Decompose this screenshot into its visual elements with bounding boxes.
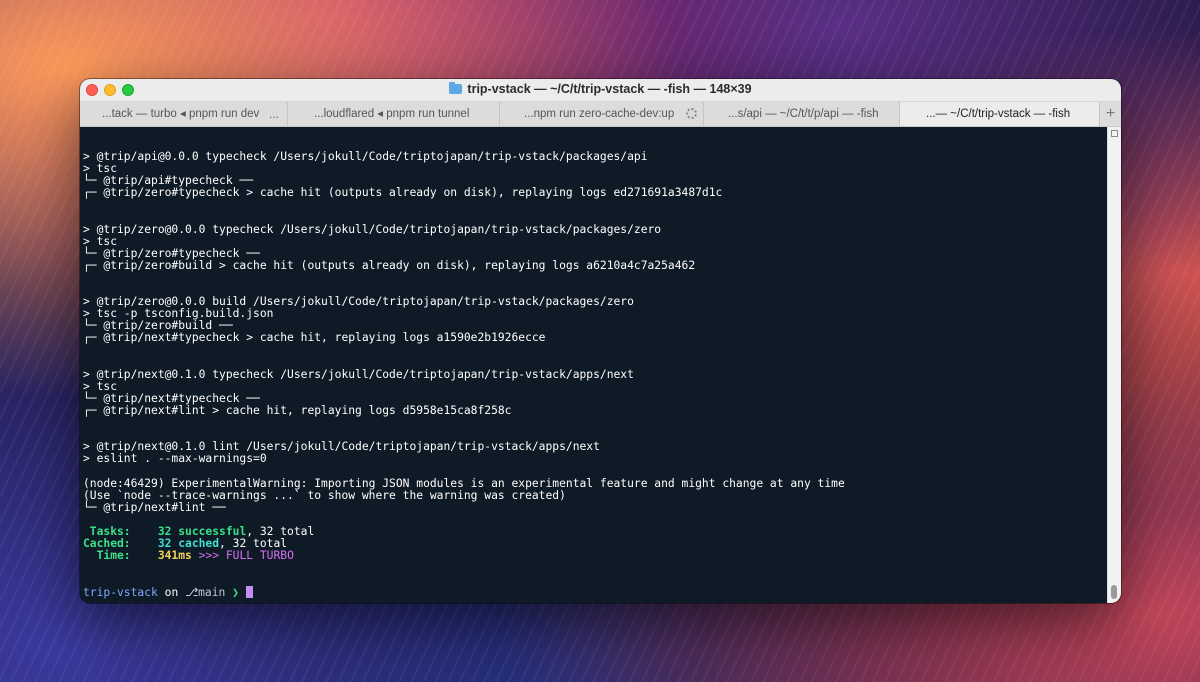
task-done-line: └─ @trip/zero#build ── xyxy=(83,319,233,333)
prompt-on: on xyxy=(164,586,179,600)
command-line: > @trip/next@0.1.0 typecheck /Users/joku… xyxy=(83,367,634,381)
window-title: trip-vstack — ~/C/t/trip-vstack — -fish … xyxy=(80,82,1121,96)
folder-icon xyxy=(449,82,463,94)
tab-api-fish[interactable]: ...s/api — ~/C/t/t/p/api — -fish xyxy=(704,102,900,126)
scrollbar-thumb[interactable] xyxy=(1111,585,1117,599)
tab-zero-cache[interactable]: ...npm run zero-cache-dev:up xyxy=(500,102,704,126)
task-done-line: └─ @trip/next#typecheck ── xyxy=(83,391,260,405)
warning-line: (Use `node --trace-warnings ...` to show… xyxy=(83,488,566,502)
summary-cached-total: , 32 total xyxy=(219,537,288,550)
command-line: > tsc xyxy=(83,379,118,393)
tab-overflow-icon: ... xyxy=(268,107,279,121)
command-line: > @trip/zero@0.0.0 typecheck /Users/joku… xyxy=(83,222,662,236)
summary-cached-label: Cached: xyxy=(83,537,131,550)
summary-tasks-total: , 32 total xyxy=(246,524,315,538)
summary-time-label: Time: xyxy=(83,549,131,563)
prompt-directory: trip-vstack xyxy=(83,586,158,600)
cache-hit-line: ┌─ @trip/zero#typecheck > cache hit (out… xyxy=(83,186,723,200)
full-turbo-label: >>> FULL TURBO xyxy=(198,549,294,563)
terminal-output[interactable]: > @trip/api@0.0.0 typecheck /Users/jokul… xyxy=(80,127,1108,603)
terminal-text: > @trip/api@0.0.0 typecheck /Users/jokul… xyxy=(83,150,845,600)
prompt-branch: main xyxy=(198,586,226,600)
git-branch-icon: ⎇ xyxy=(185,586,199,600)
command-line: > @trip/next@0.1.0 lint /Users/jokull/Co… xyxy=(83,440,600,454)
text-cursor xyxy=(245,586,253,599)
tab-cloudflared-tunnel[interactable]: ...loudflared ◂ pnpm run tunnel xyxy=(288,102,500,126)
tab-trip-vstack-fish[interactable]: ...— ~/C/t/trip-vstack — -fish xyxy=(900,102,1100,126)
summary-cached-value: 32 cached xyxy=(157,537,220,550)
terminal-window: trip-vstack — ~/C/t/trip-vstack — -fish … xyxy=(80,79,1121,603)
prompt-arrow: ❯ xyxy=(232,586,239,600)
scroll-marker-icon xyxy=(1111,130,1118,137)
activity-spinner-icon xyxy=(686,108,697,119)
cache-hit-line: ┌─ @trip/next#lint > cache hit, replayin… xyxy=(83,403,512,417)
tab-turbo-dev[interactable]: ...tack — turbo ◂ pnpm run dev ... xyxy=(80,102,288,126)
task-done-line: └─ @trip/next#lint ── xyxy=(83,500,226,514)
summary-tasks-value: 32 successful xyxy=(157,524,247,538)
summary-time-value: 341ms xyxy=(157,549,192,563)
summary-tasks-label: Tasks: xyxy=(83,524,131,538)
tab-bar: ...tack — turbo ◂ pnpm run dev ... ...lo… xyxy=(80,102,1121,127)
command-line: > @trip/api@0.0.0 typecheck /Users/jokul… xyxy=(83,150,648,163)
command-line: > @trip/zero@0.0.0 build /Users/jokull/C… xyxy=(83,295,634,309)
cache-hit-line: ┌─ @trip/zero#build > cache hit (outputs… xyxy=(83,258,696,272)
warning-line: (node:46429) ExperimentalWarning: Import… xyxy=(83,476,845,490)
task-done-line: └─ @trip/zero#typecheck ── xyxy=(83,246,260,260)
cache-hit-line: ┌─ @trip/next#typecheck > cache hit, rep… xyxy=(83,331,546,345)
command-line: > eslint . --max-warnings=0 xyxy=(83,452,267,466)
title-bar[interactable]: trip-vstack — ~/C/t/trip-vstack — -fish … xyxy=(80,79,1121,102)
new-tab-button[interactable]: + xyxy=(1100,102,1121,126)
task-done-line: └─ @trip/api#typecheck ── xyxy=(83,174,254,188)
command-line: > tsc xyxy=(83,234,118,248)
vertical-scrollbar[interactable] xyxy=(1107,127,1121,603)
